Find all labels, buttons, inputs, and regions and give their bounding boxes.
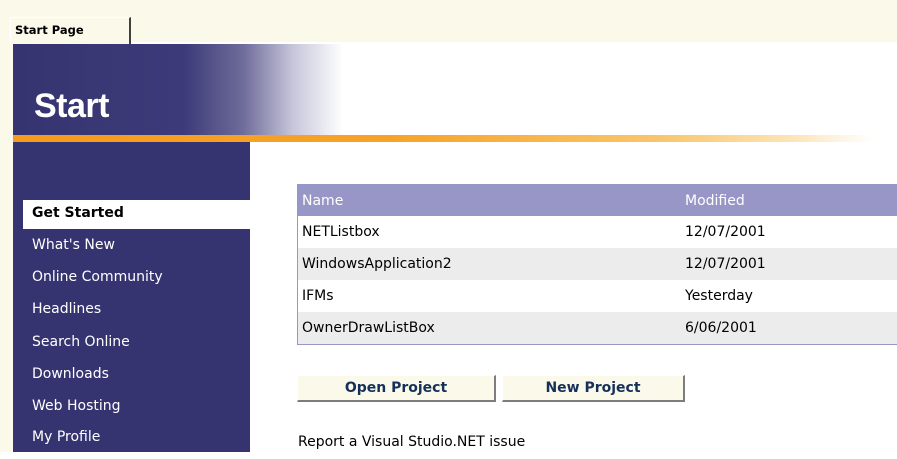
sidebar-item-my-profile[interactable]: My Profile: [32, 429, 100, 459]
project-modified: 6/06/2001: [685, 320, 757, 336]
sidebar-item-get-started[interactable]: Get Started: [23, 200, 250, 229]
page-title: Start: [34, 87, 109, 125]
column-header-modified[interactable]: Modified: [685, 193, 745, 209]
sidebar-item-downloads[interactable]: Downloads: [32, 366, 109, 396]
project-name-link[interactable]: WindowsApplication2: [302, 256, 452, 272]
sidebar-item-online-community[interactable]: Online Community: [32, 269, 163, 299]
project-name-link[interactable]: IFMs: [302, 288, 334, 304]
tab-strip: Start Page: [0, 0, 897, 44]
project-modified: Yesterday: [685, 288, 753, 304]
project-modified: 12/07/2001: [685, 256, 766, 272]
column-header-name[interactable]: Name: [302, 193, 343, 209]
table-row[interactable]: OwnerDrawListBox 6/06/2001: [298, 312, 897, 344]
sidebar-item-search-online[interactable]: Search Online: [32, 334, 130, 364]
new-project-button[interactable]: New Project: [502, 375, 685, 402]
sidebar: Get Started What's New Online Community …: [13, 142, 250, 452]
table-row[interactable]: IFMs Yesterday: [298, 280, 897, 312]
sidebar-item-label: Get Started: [32, 205, 124, 221]
project-modified: 12/07/2001: [685, 224, 766, 240]
table-header: Name Modified: [298, 184, 897, 216]
projects-table: Name Modified NETListbox 12/07/2001 Wind…: [297, 184, 897, 345]
report-issue-link[interactable]: Report a Visual Studio.NET issue: [298, 434, 525, 450]
left-edge: [0, 44, 13, 452]
sidebar-item-headlines[interactable]: Headlines: [32, 301, 101, 331]
sidebar-item-web-hosting[interactable]: Web Hosting: [32, 398, 121, 428]
sidebar-item-whats-new[interactable]: What's New: [32, 237, 115, 267]
header-accent-rule: [13, 135, 897, 142]
open-project-button[interactable]: Open Project: [297, 375, 496, 402]
header-banner: Start: [13, 44, 897, 135]
project-name-link[interactable]: OwnerDrawListBox: [302, 320, 435, 336]
tab-start-page[interactable]: Start Page: [10, 17, 131, 44]
table-row[interactable]: WindowsApplication2 12/07/2001: [298, 248, 897, 280]
table-row[interactable]: NETListbox 12/07/2001: [298, 216, 897, 248]
project-name-link[interactable]: NETListbox: [302, 224, 380, 240]
